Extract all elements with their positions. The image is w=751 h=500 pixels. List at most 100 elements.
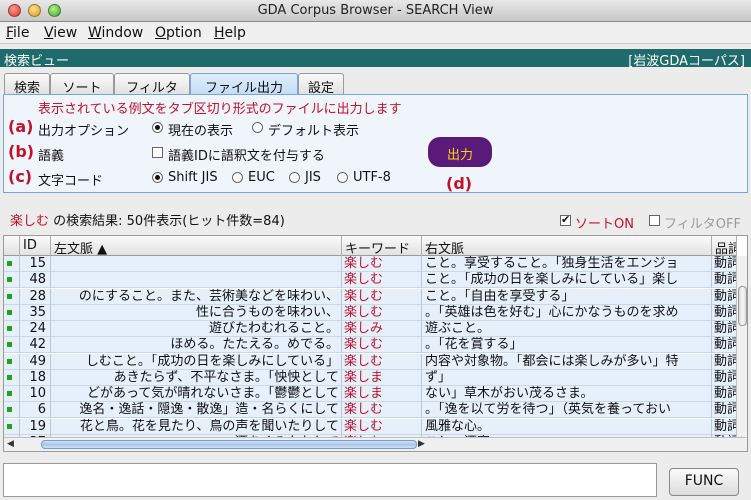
cell-left (51, 272, 342, 289)
radio-shift-jis[interactable] (152, 172, 163, 183)
menu-option[interactable]: Option (155, 25, 202, 41)
radio-euc[interactable] (232, 172, 243, 183)
marker-b: (b) (8, 142, 35, 161)
radio-shift-jis-label[interactable]: Shift JIS (168, 170, 218, 185)
table-row[interactable]: 6 逸名・逸話・隠逸・散逸」造・名らくにして 楽しむ 。「逸を以て労を待つ」（英気を養… (4, 402, 737, 419)
table-header: ID 左文脈 ▲ キーワード 右文脈 品詞 (4, 236, 737, 256)
func-button[interactable]: FUNC (669, 468, 739, 496)
tab-settings[interactable]: 設定 (298, 73, 344, 96)
tab-sort[interactable]: ソート (50, 73, 114, 96)
horizontal-scrollbar[interactable]: ◀ ▶ (4, 437, 747, 451)
row-marker-cell (4, 304, 20, 321)
vertical-scrollbar[interactable]: ▲ ▼ (736, 256, 747, 451)
app-window: GDA Corpus Browser - SEARCH View File Vi… (0, 0, 751, 500)
table-row[interactable]: 35性に合うものを味わい、楽しむ。「英雄は色を好む」心にかなうものを求め動詞 (4, 304, 737, 321)
table-row[interactable]: 49 しむこと。「成功の日を楽しみにしている」 楽しむ 内容や対象物。「都会には楽しみ… (4, 353, 737, 370)
cell-right: 風雅な心。 (422, 418, 712, 435)
sort-toggle-checkbox[interactable] (560, 213, 571, 226)
table-row[interactable]: 18あきたらず、不平なさま。「怏怏として楽しまず」動詞 (4, 369, 737, 386)
tab-filter[interactable]: フィルタ (114, 73, 190, 96)
cell-id: 19 (20, 418, 51, 435)
menu-view[interactable]: View (44, 25, 77, 41)
filter-toggle-checkbox[interactable] (649, 215, 660, 226)
table-row[interactable]: 24遊びたわむれること。楽しみ遊ぶこと。動詞 (4, 321, 737, 337)
row-status-icon (7, 407, 12, 413)
column-pos[interactable]: 品詞 (712, 236, 737, 256)
cell-pos: 動詞 (712, 304, 737, 321)
radio-default-view[interactable] (252, 122, 263, 133)
column-right-context[interactable]: 右文脈 (422, 236, 712, 256)
menu-window[interactable]: Window (88, 25, 143, 41)
cell-right: 遊ぶこと。 (422, 321, 712, 337)
table-row[interactable]: 10どがあって気が晴れないさま。「鬱鬱として楽しまない」草木がおい茂るさま。動詞 (4, 386, 737, 402)
horizontal-scroll-thumb[interactable] (41, 440, 417, 449)
export-note: 表示されている例文をタブ区切り形式のファイルに出力します (38, 102, 402, 117)
radio-utf8-label[interactable]: UTF-8 (353, 170, 391, 185)
cell-left: あきたらず、不平なさま。「怏怏として (51, 369, 342, 386)
cell-kw: 楽しむ (342, 353, 422, 370)
row-marker-cell (4, 272, 20, 289)
cell-pos: 動詞 (712, 369, 737, 386)
cell-kw: 楽しむ (342, 304, 422, 321)
cell-kw: 楽しむ (342, 272, 422, 289)
cell-right: 内容や対象物。「都会には楽しみが多い」特 (422, 353, 712, 370)
row-marker-cell (4, 418, 20, 435)
vertical-scroll-thumb[interactable] (738, 286, 747, 326)
cell-id: 28 (20, 288, 51, 305)
gloss-checkbox[interactable] (152, 147, 163, 158)
corpus-name: [岩波GDAコーパス] (628, 54, 745, 69)
cell-left: 性に合うものを味わい、 (51, 304, 342, 321)
cell-pos: 動詞 (712, 386, 737, 402)
cell-right: こと。「自由を享受する」 (422, 288, 712, 305)
radio-default-view-label[interactable]: デフォルト表示 (268, 120, 359, 139)
cell-id: 15 (20, 256, 51, 272)
table-row[interactable]: 19花と鳥。花を見たり、鳥の声を聞いたりして楽しむ風雅な心。動詞 (4, 418, 737, 435)
cell-kw: 楽しむ (342, 288, 422, 305)
scroll-left-icon[interactable]: ◀ (7, 439, 14, 449)
search-status: 楽しむ の検索結果: 50件表示(ヒット件数=84) (10, 210, 285, 229)
row-marker-cell (4, 256, 20, 272)
filter-toggle-label[interactable]: フィルタOFF (664, 213, 741, 232)
cell-id: 49 (20, 353, 51, 370)
cell-left: のにすること。また、芸術美などを味わい、 (51, 288, 342, 305)
marker-a: (a) (8, 117, 34, 136)
radio-jis-label[interactable]: JIS (305, 170, 321, 185)
sort-toggle-label[interactable]: ソートON (575, 213, 634, 232)
view-title: 検索ビュー (4, 54, 70, 69)
column-id[interactable]: ID (20, 236, 51, 256)
radio-current-view[interactable] (152, 122, 163, 133)
radio-utf8[interactable] (337, 172, 348, 183)
row-status-icon (7, 423, 12, 429)
column-keyword[interactable]: キーワード (342, 236, 422, 256)
output-button[interactable]: 出力 (428, 137, 492, 167)
radio-jis[interactable] (289, 172, 300, 183)
cell-right: ない」草木がおい茂るさま。 (422, 386, 712, 402)
cell-right: こと。享受すること。「独身生活をエンジョ (422, 256, 712, 272)
cell-pos: 動詞 (712, 321, 737, 337)
menu-file[interactable]: File (6, 25, 29, 41)
scroll-right-icon[interactable]: ▶ (418, 439, 425, 449)
cell-id: 10 (20, 386, 51, 402)
encoding-label: 文字コード (38, 174, 104, 189)
results-table: ID 左文脈 ▲ キーワード 右文脈 品詞 15楽しむこと。享受すること。「独身… (3, 235, 748, 452)
table-row[interactable]: 15 楽しむこと。享受すること。「独身生活をエンジョ動詞 (4, 256, 737, 272)
column-left-context[interactable]: 左文脈 ▲ (51, 236, 342, 256)
radio-current-view-label[interactable]: 現在の表示 (168, 120, 233, 139)
cell-left: 逸名・逸話・隠逸・散逸」造・名らくにして (51, 402, 342, 419)
row-status-icon (7, 261, 12, 266)
table-row[interactable]: 48 楽しむこと。「成功の日を楽しみにしている」楽し動詞 (4, 272, 737, 289)
tab-search[interactable]: 検索 (4, 73, 50, 96)
table-row[interactable]: 28のにすること。また、芸術美などを味わい、楽しむこと。「自由を享受する」動詞 (4, 288, 737, 305)
row-marker-cell (4, 321, 20, 337)
row-status-icon (7, 293, 12, 299)
command-input[interactable] (3, 463, 657, 497)
tab-file-output[interactable]: ファイル出力 (190, 73, 298, 96)
gloss-checkbox-label[interactable]: 語義IDに語釈文を付与する (168, 145, 325, 164)
menu-help[interactable]: Help (214, 25, 246, 41)
radio-euc-label[interactable]: EUC (248, 170, 275, 185)
cell-kw: 楽しま (342, 369, 422, 386)
cell-pos: 動詞 (712, 353, 737, 370)
meaning-label: 語義 (38, 149, 65, 164)
cell-left (51, 256, 342, 272)
table-row[interactable]: 42ほめる。たたえる。めでる。楽しむ。「花を賞する」動詞 (4, 337, 737, 354)
